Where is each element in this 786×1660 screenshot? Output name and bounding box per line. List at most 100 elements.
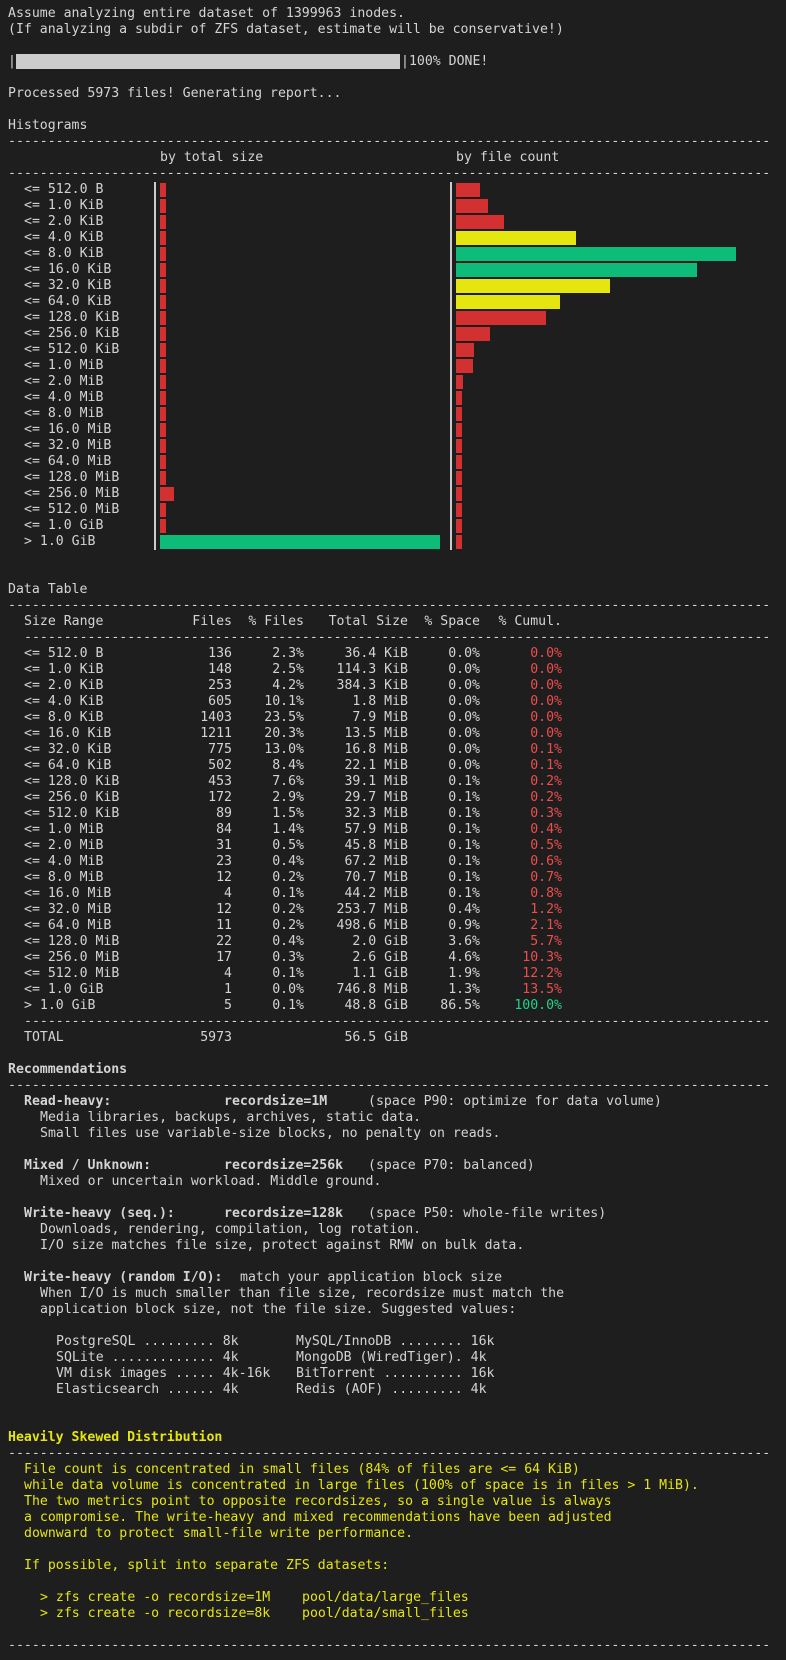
cell-pct-space: 0.0%	[448, 678, 480, 693]
cell-files: 31	[216, 838, 232, 853]
cell-pct-files: 0.4%	[272, 934, 304, 949]
cell-range: <= 128.0 MiB	[24, 934, 120, 949]
count-bar	[456, 183, 480, 197]
count-bar	[456, 519, 462, 533]
cell-range: <= 16.0 MiB	[24, 886, 112, 901]
cell-files: 136	[208, 646, 232, 661]
histogram-row-label: <= 16.0 KiB	[24, 262, 112, 277]
histogram-row-label: <= 256.0 KiB	[24, 326, 120, 341]
histogram-row-label: <= 2.0 KiB	[24, 214, 104, 229]
cell-pct-space: 3.6%	[448, 934, 480, 949]
count-bar	[456, 231, 577, 245]
divider: ----------------------------------------…	[24, 630, 768, 645]
cell-files: 605	[208, 694, 232, 709]
divider: ----------------------------------------…	[8, 1446, 768, 1461]
cell-pct-space: 0.0%	[448, 742, 480, 757]
histogram-row-label: <= 32.0 KiB	[24, 278, 112, 293]
count-bar	[456, 375, 463, 389]
size-bar	[160, 439, 166, 453]
size-bar	[160, 375, 166, 389]
cell-files: 11	[216, 918, 232, 933]
histogram-row-label: <= 256.0 MiB	[24, 486, 120, 501]
cell-range: <= 64.0 KiB	[24, 758, 112, 773]
divider: ----------------------------------------…	[8, 134, 768, 149]
mixed-note: (space P70: balanced)	[368, 1158, 535, 1173]
cell-total-size: 48.8 GiB	[344, 998, 408, 1013]
cell-pct-files: 8.4%	[272, 758, 304, 773]
cell-pct-cumul: 0.2%	[530, 790, 562, 805]
cell-range: <= 32.0 KiB	[24, 742, 112, 757]
count-bar	[456, 455, 462, 469]
cell-total-size: 384.3 KiB	[336, 678, 408, 693]
histogram-row-label: <= 4.0 KiB	[24, 230, 104, 245]
histogram-row-label: <= 512.0 MiB	[24, 502, 120, 517]
cell-total-size: 29.7 MiB	[344, 790, 408, 805]
write-seq-value: recordsize=128k	[224, 1206, 344, 1221]
write-random-value: match your application block size	[240, 1270, 503, 1285]
cell-files: 4	[224, 966, 232, 981]
histogram-row-label: <= 128.0 MiB	[24, 470, 120, 485]
cell-range: <= 512.0 MiB	[24, 966, 120, 981]
cell-files: 23	[216, 854, 232, 869]
cell-total-size: 44.2 MiB	[344, 886, 408, 901]
warning-text: File count is concentrated in small file…	[24, 1462, 580, 1477]
cell-pct-files: 0.1%	[272, 966, 304, 981]
cell-pct-space: 0.1%	[448, 838, 480, 853]
cell-total-size: 45.8 MiB	[344, 838, 408, 853]
cell-pct-files: 0.1%	[272, 998, 304, 1013]
size-bar	[160, 359, 166, 373]
cell-pct-space: 0.0%	[448, 758, 480, 773]
cell-range: <= 512.0 KiB	[24, 806, 120, 821]
cell-range: <= 2.0 MiB	[24, 838, 104, 853]
write-seq-label: Write-heavy (seq.):	[24, 1206, 175, 1221]
size-bar	[160, 407, 166, 421]
cell-total-size: 114.3 KiB	[336, 662, 408, 677]
histogram-row-label: <= 4.0 MiB	[24, 390, 104, 405]
col-total-size: Total Size	[328, 614, 408, 629]
read-heavy-value: recordsize=1M	[224, 1094, 328, 1109]
divider: ----------------------------------------…	[8, 166, 768, 181]
histogram-row-label: <= 512.0 KiB	[24, 342, 120, 357]
split-prompt: If possible, split into separate ZFS dat…	[24, 1558, 390, 1573]
cell-pct-cumul: 0.3%	[530, 806, 562, 821]
cell-pct-files: 0.5%	[272, 838, 304, 853]
cell-pct-space: 0.1%	[448, 822, 480, 837]
size-bar	[160, 471, 166, 485]
divider: ----------------------------------------…	[8, 598, 768, 613]
cell-pct-cumul: 10.3%	[522, 950, 562, 965]
total-size: 56.5 GiB	[344, 1030, 408, 1045]
histogram-row-label: <= 1.0 GiB	[24, 518, 104, 533]
cell-pct-cumul: 5.7%	[530, 934, 562, 949]
write-seq-note: (space P50: whole-file writes)	[368, 1206, 607, 1221]
cell-files: 775	[208, 742, 232, 757]
cell-pct-cumul: 0.0%	[530, 694, 562, 709]
size-bar	[160, 327, 166, 341]
cell-total-size: 16.8 MiB	[344, 742, 408, 757]
cell-files: 172	[208, 790, 232, 805]
histogram-row-label: <= 16.0 MiB	[24, 422, 112, 437]
cell-pct-cumul: 0.0%	[530, 646, 562, 661]
cell-pct-space: 0.1%	[448, 854, 480, 869]
progress-bar-left-edge: |	[8, 54, 16, 69]
cell-range: <= 1.0 KiB	[24, 662, 104, 677]
size-bar	[160, 503, 166, 517]
warning-title: Heavily Skewed Distribution	[8, 1430, 223, 1445]
cell-range: <= 128.0 KiB	[24, 774, 120, 789]
cell-files: 1403	[200, 710, 232, 725]
cell-pct-cumul: 100.0%	[514, 998, 562, 1013]
cell-pct-cumul: 0.0%	[530, 726, 562, 741]
cell-pct-files: 0.1%	[272, 886, 304, 901]
mixed-label: Mixed / Unknown:	[24, 1158, 152, 1173]
cell-range: <= 8.0 MiB	[24, 870, 104, 885]
count-bar	[456, 311, 546, 325]
read-heavy-note: (space P90: optimize for data volume)	[368, 1094, 662, 1109]
cell-pct-files: 7.6%	[272, 774, 304, 789]
cell-pct-files: 23.5%	[264, 710, 304, 725]
cell-pct-space: 0.1%	[448, 774, 480, 789]
cell-pct-space: 0.1%	[448, 806, 480, 821]
processed-status: Processed 5973 files! Generating report.…	[8, 86, 342, 101]
cell-pct-files: 0.0%	[272, 982, 304, 997]
cell-files: 4	[224, 886, 232, 901]
count-bar	[456, 423, 462, 437]
intro-line: Assume analyzing entire dataset of 13999…	[8, 6, 405, 21]
